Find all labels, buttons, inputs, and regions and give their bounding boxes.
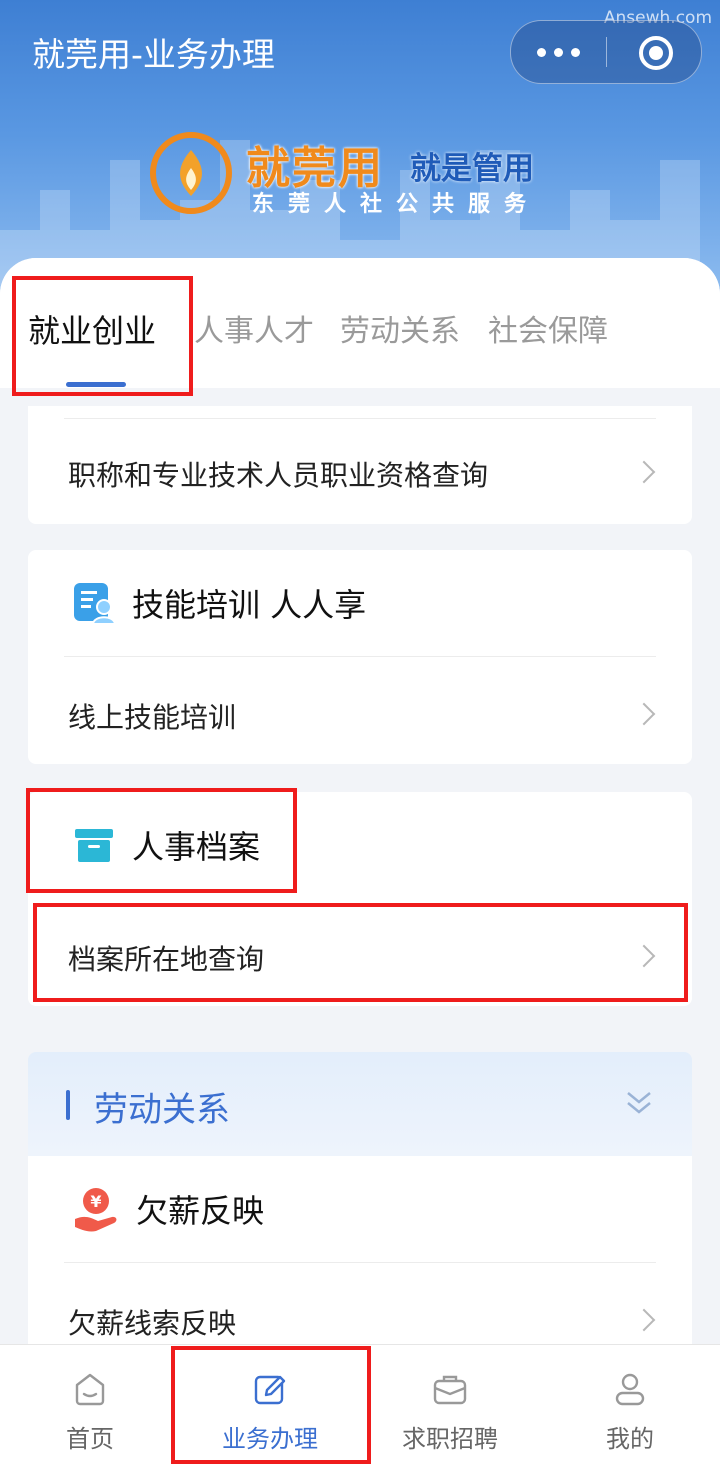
list-item-label[interactable]: 职称和专业技术人员职业资格查询	[68, 454, 488, 494]
card-header: 技能培训 人人享	[72, 550, 366, 656]
list-item-label[interactable]: 欠薪线索反映	[68, 1302, 236, 1342]
card-header: ¥ 欠薪反映	[72, 1156, 264, 1262]
list-item-label[interactable]: 档案所在地查询	[68, 938, 264, 978]
tab-employment[interactable]: 就业创业	[28, 306, 156, 352]
target-close-icon[interactable]	[639, 36, 673, 70]
user-icon	[615, 1373, 645, 1406]
chevron-right-icon	[632, 702, 656, 726]
header: Ansewh.com 就莞用-业务办理 就莞用 就是管用 东莞人社公共服务	[0, 0, 720, 300]
brand-subtitle: 东莞人社公共服务	[252, 192, 541, 217]
tab-label: 业务办理	[222, 1425, 318, 1453]
section-header-labor[interactable]: 劳动关系	[28, 1052, 692, 1156]
mini-program-capsule	[510, 20, 702, 84]
brand-logo-icon	[150, 132, 232, 214]
tab-label: 首页	[66, 1425, 114, 1453]
card-title: 欠薪反映	[136, 1192, 265, 1230]
tab-label: 求职招聘	[402, 1425, 498, 1453]
category-tabs: 就业创业 人事人才 劳动关系 社会保障	[0, 258, 720, 388]
brand-slogan: 就是管用	[410, 151, 534, 187]
active-tab-indicator	[66, 382, 126, 387]
archive-box-icon	[75, 829, 113, 862]
card-header: 人事档案	[72, 792, 260, 898]
tab-jobs[interactable]: 求职招聘	[360, 1345, 540, 1468]
section-accent-bar	[66, 1090, 70, 1120]
chevron-right-icon	[632, 1308, 656, 1332]
content-panel: 就业创业 人事人才 劳动关系 社会保障 职称和专业技术人员职业资格查询 技能培训…	[0, 258, 720, 1467]
chevron-right-icon	[632, 944, 656, 968]
double-chevron-down-icon[interactable]	[624, 1088, 654, 1118]
briefcase-icon	[433, 1375, 467, 1405]
edit-icon	[254, 1375, 286, 1405]
divider	[64, 656, 656, 657]
card-title: 人事档案	[132, 828, 261, 866]
more-dots-icon[interactable]	[511, 21, 605, 83]
tab-labor-relations[interactable]: 劳动关系	[340, 306, 460, 350]
training-person-icon	[74, 583, 116, 625]
personnel-archive-card: 人事档案 档案所在地查询	[28, 792, 692, 1006]
tab-business[interactable]: 业务办理	[180, 1345, 360, 1468]
tab-label: 我的	[606, 1425, 654, 1453]
app-title: 就莞用-业务办理	[32, 35, 275, 74]
list-item-label[interactable]: 线上技能培训	[68, 696, 236, 736]
skills-training-card: 技能培训 人人享 线上技能培训	[28, 550, 692, 764]
title-qualification-card: 职称和专业技术人员职业资格查询	[28, 406, 692, 524]
tab-profile[interactable]: 我的	[540, 1345, 720, 1468]
tab-social-security[interactable]: 社会保障	[488, 306, 608, 350]
divider	[64, 418, 656, 419]
home-icon	[75, 1373, 105, 1406]
section-title: 劳动关系	[94, 1090, 230, 1130]
chevron-right-icon	[632, 460, 656, 484]
divider	[64, 1262, 656, 1263]
capsule-divider	[606, 37, 607, 67]
svg-text:¥: ¥	[90, 1192, 101, 1211]
card-title: 技能培训 人人享	[132, 586, 367, 624]
bottom-tab-bar: 首页 业务办理 求职招聘 我的	[0, 1344, 720, 1468]
tab-personnel[interactable]: 人事人才	[194, 306, 314, 350]
yuan-hand-icon: ¥	[75, 1188, 117, 1232]
tab-home[interactable]: 首页	[0, 1345, 180, 1468]
wage-arrears-card: ¥ 欠薪反映 欠薪线索反映	[28, 1156, 692, 1366]
